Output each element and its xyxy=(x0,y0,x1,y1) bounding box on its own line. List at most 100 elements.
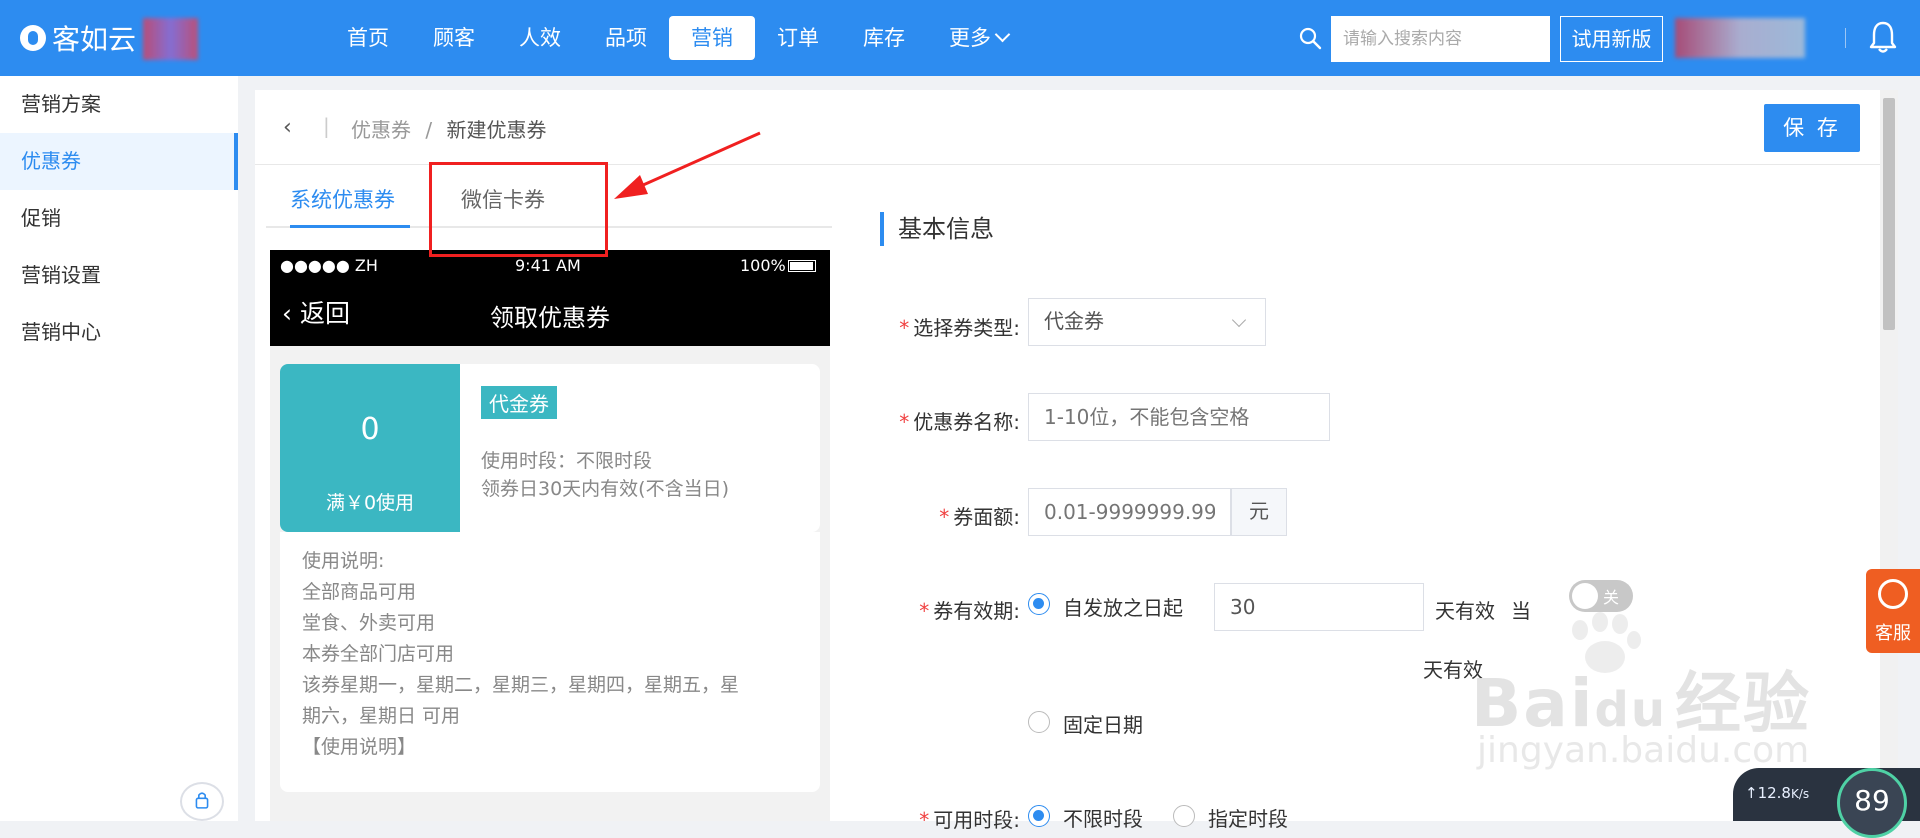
same-day-label-a: 当 xyxy=(1511,599,1531,623)
brand-icon xyxy=(20,25,46,51)
label-face-value: * 券面额: xyxy=(885,501,1020,530)
label-period: * 可用时段: xyxy=(885,804,1020,833)
coupon-type-tag: 代金券 xyxy=(481,386,557,419)
try-new-version-button[interactable]: 试用新版 xyxy=(1560,16,1663,62)
required-mark: * xyxy=(939,505,950,529)
top-bar: 客如云 首页 顾客 人效 品项 营销 订单 库存 更多 试用新版 xyxy=(0,0,1920,76)
tab-system-coupon[interactable]: 系统优惠券 xyxy=(290,180,410,228)
bell-icon[interactable] xyxy=(1868,20,1898,54)
nav-customers[interactable]: 顾客 xyxy=(411,16,497,60)
same-day-valid-toggle[interactable]: 关 xyxy=(1569,580,1633,612)
nav-orders[interactable]: 订单 xyxy=(755,16,841,60)
customer-service-button[interactable]: 客服 xyxy=(1866,569,1920,653)
required-mark: * xyxy=(919,599,930,623)
period-unlimited-label[interactable]: 不限时段 xyxy=(1063,803,1143,832)
lock-icon[interactable] xyxy=(180,782,224,821)
coupon-card: 0 满￥0使用 代金券 使用时段：不限时段 领券日30天内有效(不含当日) xyxy=(280,364,820,532)
validity-days-suffix: 天有效 xyxy=(1435,599,1495,623)
required-mark: * xyxy=(899,316,910,340)
blurred-user-name[interactable] xyxy=(1675,18,1805,58)
sidebar-item-marketing-plans[interactable]: 营销方案 xyxy=(0,76,238,133)
memory-percent: 89 xyxy=(1837,768,1907,838)
nav-marketing[interactable]: 营销 xyxy=(669,16,755,60)
validity-from-issue-label[interactable]: 自发放之日起 xyxy=(1063,592,1183,621)
face-value-unit: 元 xyxy=(1231,488,1287,536)
network-speed-widget[interactable]: ↑12.8K/s 89 xyxy=(1733,768,1920,838)
breadcrumb-parent[interactable]: 优惠券 xyxy=(351,118,411,142)
label-text: 可用时段: xyxy=(933,808,1020,832)
toggle-state: 关 xyxy=(1603,588,1620,607)
label-text: 券面额: xyxy=(953,505,1020,529)
scrollbar-thumb[interactable] xyxy=(1883,98,1895,330)
breadcrumb-separator: / xyxy=(425,118,433,142)
breadcrumb-current: 新建优惠券 xyxy=(446,118,547,142)
headset-icon xyxy=(1878,579,1908,609)
validity-fixed-date-label[interactable]: 固定日期 xyxy=(1063,709,1143,738)
status-signal: ●●●●● ZH xyxy=(280,256,378,275)
brand-name: 客如云 xyxy=(52,23,137,56)
back-chevron-icon[interactable]: ‹ xyxy=(283,117,303,139)
nav-inventory[interactable]: 库存 xyxy=(841,16,927,60)
usage-line: 堂食、外卖可用 xyxy=(302,612,436,634)
page-scrollbar[interactable] xyxy=(1880,90,1898,821)
search-icon[interactable] xyxy=(1298,26,1322,50)
usage-line: 【使用说明】 xyxy=(302,736,417,758)
label-coupon-name: * 优惠券名称: xyxy=(885,406,1020,435)
sidebar: 营销方案 优惠券 促销 营销设置 营销中心 xyxy=(0,76,238,821)
search-input[interactable] xyxy=(1331,16,1550,62)
annotation-arrow-icon xyxy=(614,131,761,199)
breadcrumb-bar: ‹ | 优惠券 / 新建优惠券 保 存 xyxy=(255,90,1880,165)
nav-home[interactable]: 首页 xyxy=(325,16,411,60)
coupon-usage-notes: 使用说明: 全部商品可用 堂食、外卖可用 本券全部门店可用 该券星期一，星期二，… xyxy=(280,532,820,792)
validity-fixed-date-radio[interactable] xyxy=(1028,711,1050,733)
face-value-input[interactable] xyxy=(1028,488,1231,536)
sidebar-item-promotions[interactable]: 促销 xyxy=(0,190,238,247)
period-custom-label[interactable]: 指定时段 xyxy=(1208,803,1288,832)
section-title-basic-info: 基本信息 xyxy=(880,212,994,246)
nav-more-label: 更多 xyxy=(949,26,991,50)
select-value: 代金券 xyxy=(1044,309,1104,333)
status-battery: 100% xyxy=(740,256,786,275)
validity-days-input[interactable] xyxy=(1214,583,1424,631)
label-validity: * 券有效期: xyxy=(885,595,1020,624)
usage-line: 全部商品可用 xyxy=(302,581,417,603)
period-custom-radio[interactable] xyxy=(1173,805,1195,827)
validity-from-issue-radio[interactable] xyxy=(1028,593,1050,615)
battery-icon xyxy=(788,260,816,272)
breadcrumb-divider: | xyxy=(323,114,330,138)
breadcrumb: 优惠券 / 新建优惠券 xyxy=(351,114,546,143)
phone-preview-header: ●●●●● ZH 9:41 AM 100% ‹ 返回 领取优惠券 xyxy=(270,250,830,346)
brand-logo[interactable]: 客如云 xyxy=(20,18,136,58)
save-button[interactable]: 保 存 xyxy=(1764,104,1860,152)
watermark-url: jingyan.baidu.com xyxy=(1477,730,1810,771)
required-mark: * xyxy=(899,410,910,434)
blurred-store-name xyxy=(143,18,198,60)
coupon-validity: 领券日30天内有效(不含当日) xyxy=(481,478,730,500)
coupon-type-select[interactable]: 代金券 xyxy=(1028,298,1266,346)
nav-staff[interactable]: 人效 xyxy=(497,16,583,60)
sidebar-item-marketing-settings[interactable]: 营销设置 xyxy=(0,247,238,304)
main-nav: 首页 顾客 人效 品项 营销 订单 库存 更多 xyxy=(325,16,1030,60)
usage-line: 该券星期一，星期二，星期三，星期四，星期五，星 xyxy=(302,674,740,696)
period-unlimited-radio[interactable] xyxy=(1028,805,1050,827)
required-mark: * xyxy=(919,808,930,832)
nav-items[interactable]: 品项 xyxy=(583,16,669,60)
label-text: 券有效期: xyxy=(933,599,1020,623)
usage-line: 期六，星期日 可用 xyxy=(302,705,461,727)
coupon-name-input[interactable] xyxy=(1028,393,1330,441)
arrow-up-icon: ↑ xyxy=(1745,784,1758,802)
status-time: 9:41 AM xyxy=(515,256,581,275)
sidebar-item-marketing-center[interactable]: 营销中心 xyxy=(0,304,238,361)
speed-unit: K/s xyxy=(1790,787,1810,801)
usage-line: 使用说明: xyxy=(302,550,385,572)
nav-more[interactable]: 更多 xyxy=(927,16,1030,60)
toggle-knob xyxy=(1572,583,1598,609)
header-divider xyxy=(1845,28,1846,48)
chevron-down-icon xyxy=(994,26,1011,43)
label-coupon-type: * 选择券类型: xyxy=(885,312,1020,341)
usage-line: 本券全部门店可用 xyxy=(302,643,455,665)
label-text: 选择券类型: xyxy=(913,316,1020,340)
sidebar-item-coupons[interactable]: 优惠券 xyxy=(0,133,238,190)
coupon-time-range: 使用时段：不限时段 xyxy=(481,450,653,472)
coupon-amount: 0 xyxy=(360,412,380,447)
